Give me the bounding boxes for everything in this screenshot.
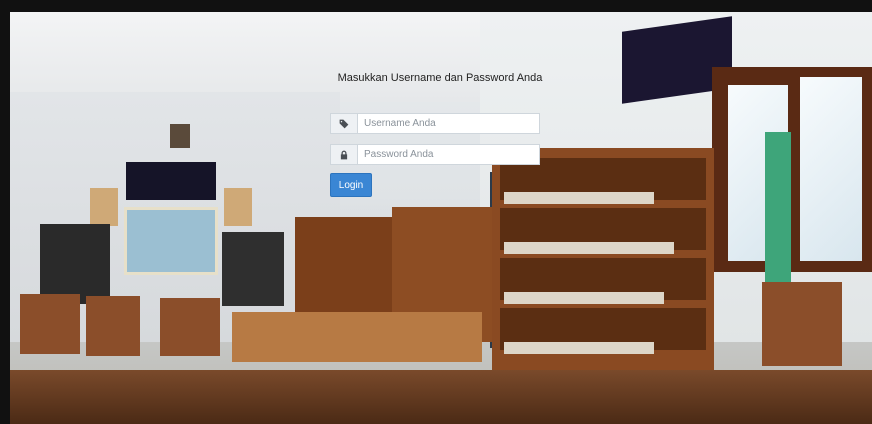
password-input-group [330, 144, 540, 165]
username-input[interactable] [358, 114, 539, 133]
poster-banner-left [126, 162, 216, 200]
bulletin-board [222, 232, 284, 306]
table-foreground [10, 370, 872, 424]
bookshelf [492, 148, 714, 378]
tag-icon [331, 114, 358, 133]
login-title: Masukkan Username dan Password Anda [337, 72, 543, 84]
password-input[interactable] [358, 145, 539, 164]
wall-map [124, 207, 218, 275]
chair [762, 282, 842, 366]
bulletin-board [40, 224, 110, 304]
photo-frame [170, 124, 190, 148]
table [232, 312, 482, 362]
login-button[interactable]: Login [330, 173, 372, 197]
lock-icon [331, 145, 358, 164]
window [712, 67, 872, 272]
chair [160, 298, 220, 356]
curtain [765, 132, 791, 282]
username-input-group [330, 113, 540, 134]
chair [20, 294, 80, 354]
photo-frame [90, 188, 118, 226]
chair [86, 296, 140, 356]
photo-frame [224, 188, 252, 226]
